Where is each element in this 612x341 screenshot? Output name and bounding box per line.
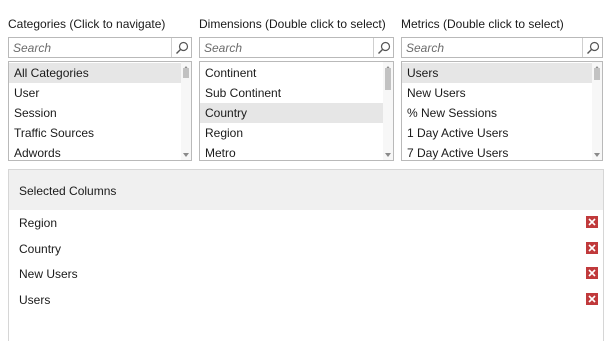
dimensions-list-item[interactable]: Region xyxy=(200,123,383,143)
triangle-down-icon xyxy=(183,152,189,157)
remove-column-button[interactable] xyxy=(586,216,598,228)
dimensions-search-input[interactable] xyxy=(202,39,373,56)
remove-column-button[interactable] xyxy=(586,241,598,254)
scroll-down-arrow[interactable] xyxy=(181,150,191,159)
categories-search-box xyxy=(8,37,192,58)
dimensions-scrollbar[interactable] xyxy=(383,62,393,160)
selected-column-row[interactable]: Region xyxy=(9,211,603,237)
dimensions-title: Dimensions (Double click to select) xyxy=(199,17,386,31)
categories-list-item[interactable]: All Categories xyxy=(9,63,181,83)
metrics-list[interactable]: Users New Users% New Sessions 1 Day Active… xyxy=(401,61,603,161)
categories-list-item[interactable]: User xyxy=(9,83,181,103)
categories-list[interactable]: All Categories User Session Traffic Sources… xyxy=(8,61,192,161)
categories-list-item[interactable]: Session xyxy=(9,103,181,123)
categories-list-item[interactable]: Traffic Sources xyxy=(9,123,181,143)
scroll-thumb[interactable] xyxy=(594,68,600,80)
close-icon xyxy=(588,244,596,252)
dimensions-search-box xyxy=(199,37,394,58)
metrics-list-item[interactable]: % New Sessions xyxy=(402,103,592,123)
selected-column-row[interactable]: Country xyxy=(9,237,603,263)
metrics-search-box xyxy=(401,37,603,58)
search-icon xyxy=(175,41,188,54)
remove-column-button[interactable] xyxy=(586,267,598,280)
close-icon xyxy=(588,218,596,226)
scroll-down-arrow[interactable] xyxy=(592,150,602,159)
close-icon xyxy=(588,295,596,303)
metrics-list-item[interactable]: 7 Day Active Users xyxy=(402,143,592,160)
metrics-search-input[interactable] xyxy=(404,39,582,56)
dimensions-search-button[interactable] xyxy=(373,38,393,57)
categories-search-input[interactable] xyxy=(11,39,171,56)
selected-columns-panel: Selected Columns Region Country New Users U… xyxy=(8,169,604,341)
scroll-thumb[interactable] xyxy=(183,68,189,78)
dimensions-list-item[interactable]: Metro xyxy=(200,143,383,160)
categories-scrollbar[interactable] xyxy=(181,62,191,160)
selected-column-label: New Users xyxy=(19,267,78,282)
selected-column-row[interactable]: New Users xyxy=(9,262,603,288)
scroll-thumb[interactable] xyxy=(385,68,391,90)
metrics-list-item[interactable]: New Users xyxy=(402,83,592,103)
search-icon xyxy=(586,41,599,54)
metrics-list-item[interactable]: Users xyxy=(402,63,592,83)
remove-column-button[interactable] xyxy=(586,293,598,306)
dimensions-list-item[interactable]: Continent xyxy=(200,63,383,83)
categories-list-item[interactable]: Adwords xyxy=(9,143,181,160)
selected-column-label: Region xyxy=(19,216,58,230)
dimensions-list[interactable]: Continent Sub Continent Country Region Metro xyxy=(199,61,394,161)
close-icon xyxy=(588,269,596,277)
scroll-down-arrow[interactable] xyxy=(383,150,393,159)
selected-column-label: Country xyxy=(19,241,62,256)
selected-columns-header: Selected Columns xyxy=(9,170,603,210)
selected-columns-title: Selected Columns xyxy=(19,184,117,198)
metrics-scrollbar[interactable] xyxy=(592,62,602,160)
triangle-down-icon xyxy=(385,152,391,157)
selected-column-label: Users xyxy=(19,293,51,308)
dimensions-list-item[interactable]: Sub Continent xyxy=(200,83,383,103)
categories-search-button[interactable] xyxy=(171,38,191,57)
metrics-list-item[interactable]: 1 Day Active Users xyxy=(402,123,592,143)
dimensions-list-item[interactable]: Country xyxy=(200,103,383,123)
triangle-down-icon xyxy=(594,152,600,157)
metrics-search-button[interactable] xyxy=(582,38,602,57)
categories-title: Categories (Click to navigate) xyxy=(8,17,166,31)
search-icon xyxy=(377,41,390,54)
metrics-title: Metrics (Double click to select) xyxy=(401,17,564,31)
selected-column-row[interactable]: Users xyxy=(9,288,603,314)
